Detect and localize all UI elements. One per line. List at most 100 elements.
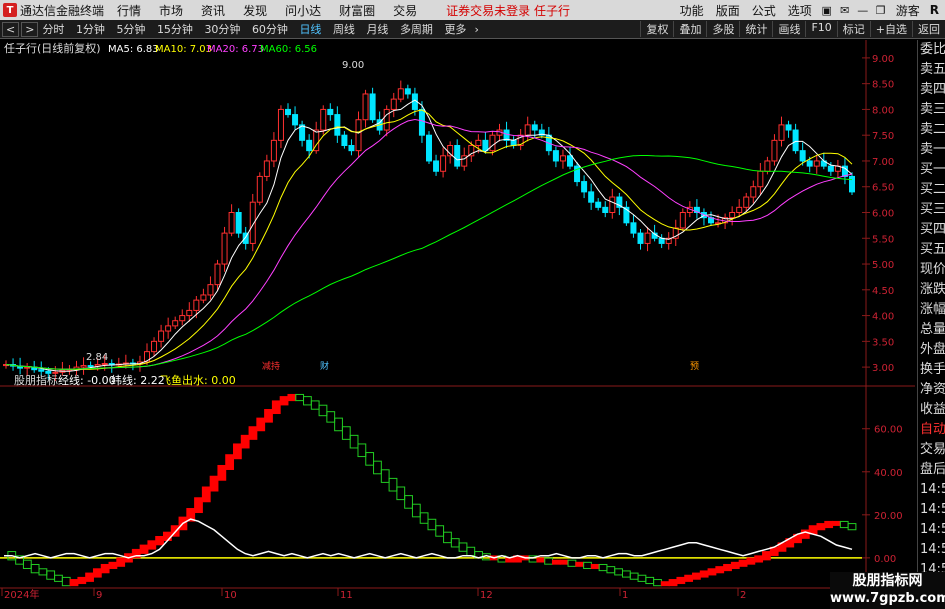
menu-gongshi[interactable]: 公式: [746, 2, 782, 19]
tab-more[interactable]: 更多: [440, 23, 470, 36]
date-axis: 2024年 9 10 11 12 1 2: [1, 588, 746, 600]
app-badge-icon: R: [929, 3, 939, 17]
candle-body: [306, 139, 313, 152]
candle-body: [362, 93, 369, 121]
user-label[interactable]: 游客: [890, 2, 930, 19]
login-warning[interactable]: 证券交易未登录 任子行: [446, 2, 570, 19]
back-button[interactable]: 返回: [912, 21, 945, 37]
add-watchlist-button[interactable]: +自选: [869, 21, 912, 37]
candle-body: [263, 160, 270, 177]
candle-body: [270, 139, 277, 162]
jingxian-bar-down: [419, 512, 429, 524]
price-tick-label: 8.50: [872, 80, 894, 91]
quote-panel-item: 涨幅: [920, 302, 945, 317]
menu-zixun[interactable]: 资讯: [192, 2, 234, 19]
candle-body: [609, 196, 616, 214]
chart-area[interactable]: 3.00 3.50 4.00 4.50 5.00 5.50 6.00 6.50 7.00 7.50…: [0, 40, 915, 600]
menu-caifuquan[interactable]: 财富圈: [330, 2, 384, 19]
ma60-legend: MA60: 6.56: [260, 44, 317, 55]
jingxian-bar-up: [762, 551, 771, 561]
menu-gongneng[interactable]: 功能: [674, 2, 710, 19]
jingxian-bar-up: [730, 561, 740, 569]
quote-panel-item: 卖三: [920, 102, 945, 117]
restore-icon[interactable]: ❐: [872, 4, 890, 17]
tab-multi[interactable]: 多周期: [396, 23, 437, 36]
jingxian-bar-down: [22, 559, 32, 569]
candle-body: [559, 155, 566, 162]
title-bar: T 通达信金融终端 行情 市场 资讯 发现 问小达 财富圈 交易 证券交易未登录…: [0, 0, 945, 20]
candle-body: [433, 160, 440, 172]
menu-jiaoyi[interactable]: 交易: [384, 2, 426, 19]
quote-panel-item[interactable]: 自动: [918, 420, 945, 440]
tab-60min[interactable]: 60分钟: [248, 23, 292, 36]
jingxian-bar-up: [746, 557, 756, 565]
menu-faxian[interactable]: 发现: [234, 2, 276, 19]
jingxian-bar-up: [551, 559, 561, 565]
candle-body: [221, 232, 228, 265]
tab-monthly[interactable]: 月线: [362, 23, 392, 36]
jingxian-bar-down: [544, 557, 553, 565]
jingxian-bar-down: [357, 443, 367, 458]
tab-15min[interactable]: 15分钟: [153, 23, 197, 36]
candle-body: [165, 325, 172, 332]
jingxian-bar-down: [427, 518, 437, 531]
quote-panel-item: 收益: [920, 402, 945, 417]
jingxian-bar-down: [443, 531, 452, 544]
menu-wenxiaoda[interactable]: 问小达: [276, 2, 330, 19]
price-tick-label: 7.00: [872, 157, 894, 168]
menu-xuanxiang[interactable]: 选项: [782, 2, 818, 19]
jingxian-bar-up: [676, 576, 686, 585]
fuquan-button[interactable]: 复权: [640, 21, 673, 37]
jingxian-bar-down: [380, 469, 390, 483]
biaoji-button[interactable]: 标记: [836, 21, 870, 37]
tab-daily[interactable]: 日线: [295, 23, 325, 36]
tab-30min[interactable]: 30分钟: [200, 23, 244, 36]
message-icon[interactable]: ✉: [836, 4, 854, 17]
jingxian-bar-down: [567, 559, 577, 567]
high-price-label: 9.00: [342, 60, 364, 71]
prev-icon[interactable]: <: [2, 21, 20, 37]
huaxian-button[interactable]: 画线: [772, 21, 805, 37]
jingxian-bar-up: [715, 566, 725, 574]
f10-button[interactable]: F10: [805, 21, 836, 37]
skin-icon[interactable]: ▣: [818, 4, 836, 17]
candle-body: [644, 232, 651, 244]
menu-banmian[interactable]: 版面: [710, 2, 746, 19]
event-jianchi[interactable]: 减持: [262, 360, 280, 372]
jingxian-bar-down: [404, 495, 413, 509]
jingxian-bar-up: [279, 396, 289, 406]
event-yu[interactable]: 预: [690, 361, 699, 372]
minimize-icon[interactable]: —: [854, 4, 872, 17]
tab-weekly[interactable]: 周线: [329, 23, 359, 36]
candle-body: [510, 139, 517, 146]
price-tick-label: 7.50: [872, 131, 894, 142]
candle-body: [228, 212, 235, 234]
chevron-right-icon[interactable]: ›: [470, 23, 482, 36]
date-tick-label: 9: [96, 590, 102, 600]
tab-1min[interactable]: 1分钟: [72, 23, 109, 36]
quote-panel-item[interactable]: 盘后: [918, 460, 945, 480]
tab-fenshi[interactable]: 分时: [38, 23, 68, 36]
price-tick-label: 6.50: [872, 183, 894, 194]
tongji-button[interactable]: 统计: [739, 21, 772, 37]
ma60-line: [5, 155, 853, 370]
duogu-button[interactable]: 多股: [706, 21, 739, 37]
candle-body: [757, 170, 764, 188]
menu-shichang[interactable]: 市场: [150, 2, 192, 19]
jingxian-bar-down: [30, 563, 40, 574]
diejia-button[interactable]: 叠加: [673, 21, 706, 37]
next-icon[interactable]: >: [21, 21, 39, 37]
quote-panel-item: 委比: [920, 42, 945, 57]
price-tick-label: 3.00: [872, 363, 894, 374]
jingxian-bar-up: [233, 443, 242, 460]
candle-body: [292, 114, 299, 126]
tab-5min[interactable]: 5分钟: [112, 23, 149, 36]
jingxian-bar-up: [116, 557, 126, 567]
menu-hangqing[interactable]: 行情: [108, 2, 150, 19]
jingxian-bar-up: [754, 555, 764, 563]
app-name: 通达信金融终端: [20, 3, 105, 18]
candle-body: [736, 206, 743, 214]
event-cai[interactable]: 财: [320, 360, 329, 372]
quote-panel-item[interactable]: 交易: [918, 440, 945, 460]
jingxian-bar-up: [155, 536, 164, 546]
